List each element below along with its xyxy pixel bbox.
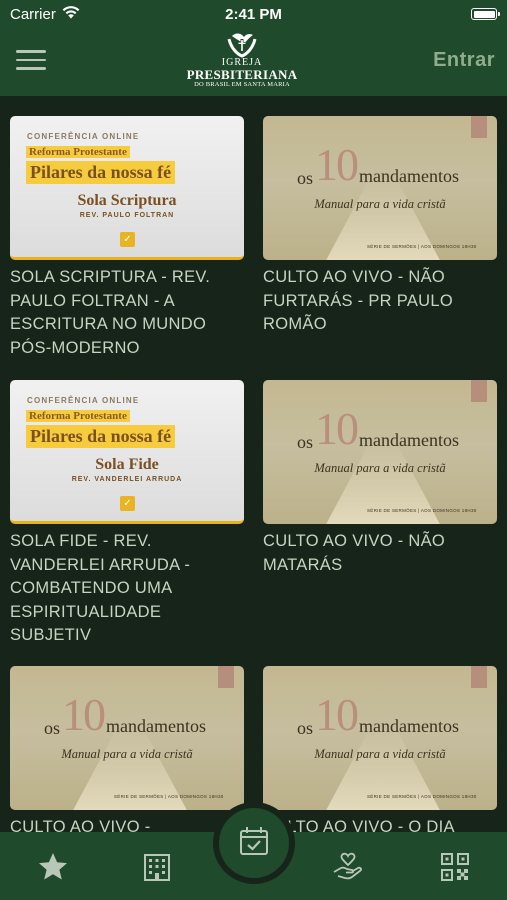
series-badge-icon <box>218 666 234 688</box>
video-thumbnail[interactable]: 10 os mandamentos Manual para a vida cri… <box>10 666 244 810</box>
clock: 2:41 PM <box>225 6 282 23</box>
thumb-header: CONFERÊNCIA ONLINE <box>27 132 140 141</box>
thumb-rev: REV. VANDERLEI ARRUDA <box>71 476 183 483</box>
video-card[interactable]: 10 os mandamentos Manual para a vida cri… <box>263 116 497 337</box>
series-badge-icon <box>471 116 487 138</box>
logo-line-2: PRESBITERIANA <box>186 67 298 82</box>
thumb-subtitle: Manual para a vida cristã <box>314 747 446 761</box>
thumb-os: os <box>297 432 314 452</box>
video-card[interactable]: 10 os mandamentos Manual para a vida cri… <box>10 666 244 832</box>
app-screen: Carrier 2:41 PM IGREJA PRESBITERIANA DO … <box>0 0 507 900</box>
thumb-os: os <box>44 718 61 738</box>
thumb-title: mandamentos <box>359 166 459 186</box>
video-title[interactable]: CULTO AO VIVO - O DIA <box>263 816 497 832</box>
video-thumbnail[interactable]: CONFERÊNCIA ONLINE Reforma Protestante P… <box>10 116 244 260</box>
video-thumbnail[interactable]: CONFERÊNCIA ONLINE Reforma Protestante P… <box>10 380 244 524</box>
hamburger-menu-button[interactable] <box>16 50 46 72</box>
thumb-title: Pilares da nossa fé <box>26 425 176 448</box>
heart-hand-icon[interactable] <box>331 850 365 884</box>
star-icon[interactable] <box>36 850 70 884</box>
thumb-footer: SÉRIE DE SERMÕES | AOS DOMINGOS 18H30 <box>367 508 477 513</box>
thumb-number: 10 <box>315 403 359 454</box>
thumb-title: mandamentos <box>359 430 459 450</box>
login-button[interactable]: Entrar <box>433 49 495 72</box>
video-title[interactable]: SOLA FIDE - REV. VANDERLEI ARRUDA - COMB… <box>10 530 244 648</box>
status-bar: Carrier 2:41 PM <box>0 0 507 28</box>
thumb-sola: Sola Scriptura <box>77 192 177 209</box>
video-title[interactable]: CULTO AO VIVO - NÃO FURTARÁS - PR PAULO … <box>263 266 497 337</box>
qr-code-icon[interactable] <box>438 850 472 884</box>
building-icon[interactable] <box>140 850 174 884</box>
thumb-os: os <box>297 718 314 738</box>
series-badge-icon <box>471 380 487 402</box>
thumb-sola: Sola Fide <box>95 456 159 473</box>
battery-icon <box>471 8 500 20</box>
video-card[interactable]: 10 os mandamentos Manual para a vida cri… <box>263 666 497 832</box>
thumb-footer: SÉRIE DE SERMÕES | AOS DOMINGOS 18H30 <box>367 244 477 249</box>
video-card[interactable]: CONFERÊNCIA ONLINE Reforma Protestante P… <box>10 380 244 648</box>
video-title[interactable]: CULTO AO VIVO - <box>10 816 244 832</box>
calendar-tab-button[interactable] <box>213 802 295 884</box>
calendar-check-icon <box>240 827 268 855</box>
thumb-title: mandamentos <box>359 716 459 736</box>
thumb-number: 10 <box>315 689 359 740</box>
video-card[interactable]: CONFERÊNCIA ONLINE Reforma Protestante P… <box>10 116 244 360</box>
thumb-footer: SÉRIE DE SERMÕES | AOS DOMINGOS 18H30 <box>114 794 224 799</box>
video-grid: CONFERÊNCIA ONLINE Reforma Protestante P… <box>0 96 507 832</box>
thumb-rev: REV. PAULO FOLTRAN <box>79 212 175 219</box>
church-logo: IGREJA PRESBITERIANA DO BRASIL EM SANTA … <box>186 30 298 94</box>
video-thumbnail[interactable]: 10 os mandamentos Manual para a vida cri… <box>263 380 497 524</box>
thumb-subtitle: Manual para a vida cristã <box>314 197 446 211</box>
thumb-title: Pilares da nossa fé <box>26 161 176 184</box>
dove-cross-icon <box>227 33 257 58</box>
series-badge-icon <box>471 666 487 688</box>
conference-logo-icon: ✓ <box>120 496 135 511</box>
thumb-title: mandamentos <box>106 716 206 736</box>
thumb-subtitle: Manual para a vida cristã <box>314 461 446 475</box>
conference-logo-icon: ✓ <box>120 232 135 247</box>
thumb-footer: SÉRIE DE SERMÕES | AOS DOMINGOS 18H30 <box>367 794 477 799</box>
logo-line-3: DO BRASIL EM SANTA MARIA <box>194 81 290 88</box>
thumb-os: os <box>297 168 314 188</box>
thumb-subtitle: Reforma Protestante <box>26 146 130 158</box>
video-thumbnail[interactable]: 10 os mandamentos Manual para a vida cri… <box>263 666 497 810</box>
video-title[interactable]: SOLA SCRIPTURA - REV. PAULO FOLTRAN - A … <box>10 266 244 360</box>
thumb-subtitle: Reforma Protestante <box>26 410 130 422</box>
menu-line <box>16 58 46 61</box>
menu-line <box>16 50 46 53</box>
thumb-header: CONFERÊNCIA ONLINE <box>27 396 140 405</box>
menu-line <box>16 67 46 70</box>
thumb-number: 10 <box>62 689 106 740</box>
video-card[interactable]: 10 os mandamentos Manual para a vida cri… <box>263 380 497 577</box>
video-thumbnail[interactable]: 10 os mandamentos Manual para a vida cri… <box>263 116 497 260</box>
nav-bar: IGREJA PRESBITERIANA DO BRASIL EM SANTA … <box>0 28 507 96</box>
thumb-number: 10 <box>315 139 359 190</box>
thumb-subtitle: Manual para a vida cristã <box>61 747 193 761</box>
video-title[interactable]: CULTO AO VIVO - NÃO MATARÁS <box>263 530 497 577</box>
